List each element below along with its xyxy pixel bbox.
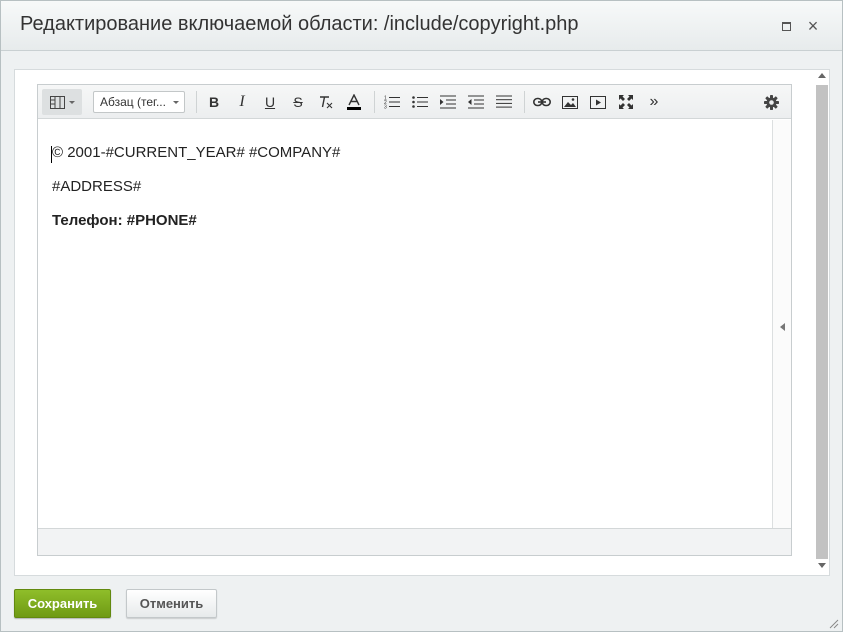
include-edit-dialog: Редактирование включаемой области: /incl… xyxy=(0,0,843,632)
text-color-button[interactable] xyxy=(343,92,365,112)
html-editor: Абзац (тег... B I U S 1 2 3 » © 2001-#CU… xyxy=(37,84,792,556)
editor-content-area[interactable]: © 2001-#CURRENT_YEAR# #COMPANY# #ADDRESS… xyxy=(38,120,772,528)
more-tools-button[interactable]: » xyxy=(643,92,665,112)
insert-video-button[interactable] xyxy=(587,92,609,112)
dialog-titlebar[interactable]: Редактирование включаемой области: /incl… xyxy=(1,1,842,51)
phone-line: Телефон: #PHONE# xyxy=(52,212,197,229)
editor-toolbar: Абзац (тег... B I U S 1 2 3 » xyxy=(38,85,791,119)
remove-format-icon xyxy=(320,96,333,109)
close-icon[interactable]: × xyxy=(804,17,822,35)
vertical-scrollbar[interactable] xyxy=(815,71,828,574)
italic-button[interactable]: I xyxy=(231,92,253,112)
remove-format-button[interactable] xyxy=(315,92,337,112)
settings-button[interactable] xyxy=(760,92,782,112)
unordered-list-icon xyxy=(412,96,428,108)
indent-button[interactable] xyxy=(437,92,459,112)
outdent-icon xyxy=(468,95,484,109)
maximize-icon[interactable] xyxy=(777,17,795,35)
save-button[interactable]: Сохранить xyxy=(14,589,111,618)
strikethrough-button[interactable]: S xyxy=(287,92,309,112)
text-color-icon xyxy=(347,93,361,110)
fullscreen-icon xyxy=(619,95,633,109)
indent-icon xyxy=(440,95,456,109)
justify-icon xyxy=(496,95,512,108)
outdent-button[interactable] xyxy=(465,92,487,112)
toolbar-divider xyxy=(524,91,525,113)
toolbar-divider xyxy=(374,91,375,113)
insert-link-button[interactable] xyxy=(531,92,553,112)
video-icon xyxy=(590,95,606,109)
link-icon xyxy=(533,97,551,107)
scroll-up-arrow-icon[interactable] xyxy=(818,73,826,78)
editor-statusbar xyxy=(38,528,791,555)
chevron-down-icon xyxy=(69,100,75,104)
paragraph-format-select[interactable]: Абзац (тег... xyxy=(93,91,185,113)
svg-text:3: 3 xyxy=(384,105,387,110)
justify-button[interactable] xyxy=(493,92,515,112)
view-mode-icon xyxy=(50,95,65,109)
settings-icon xyxy=(763,94,779,110)
bold-button[interactable]: B xyxy=(203,92,225,112)
toolbar-divider xyxy=(196,91,197,113)
copyright-line: © 2001-#CURRENT_YEAR# #COMPANY# xyxy=(52,144,341,161)
insert-image-button[interactable] xyxy=(559,92,581,112)
scrollbar-thumb[interactable] xyxy=(816,85,828,559)
format-select-value: Абзац (тег... xyxy=(100,95,166,109)
side-panel-toggle[interactable] xyxy=(772,120,791,528)
underline-button[interactable]: U xyxy=(259,92,281,112)
ordered-list-icon: 1 2 3 xyxy=(384,96,400,110)
ordered-list-button[interactable]: 1 2 3 xyxy=(381,92,403,112)
fullscreen-button[interactable] xyxy=(615,92,637,112)
image-icon xyxy=(562,95,578,109)
cancel-button[interactable]: Отменить xyxy=(126,589,217,618)
scroll-down-arrow-icon[interactable] xyxy=(818,563,826,568)
dialog-title: Редактирование включаемой области: /incl… xyxy=(20,13,579,35)
address-line: #ADDRESS# xyxy=(52,178,142,195)
resize-grip-icon[interactable] xyxy=(827,616,839,629)
view-mode-button[interactable] xyxy=(42,89,82,115)
chevron-down-icon xyxy=(173,101,179,104)
unordered-list-button[interactable] xyxy=(409,92,431,112)
